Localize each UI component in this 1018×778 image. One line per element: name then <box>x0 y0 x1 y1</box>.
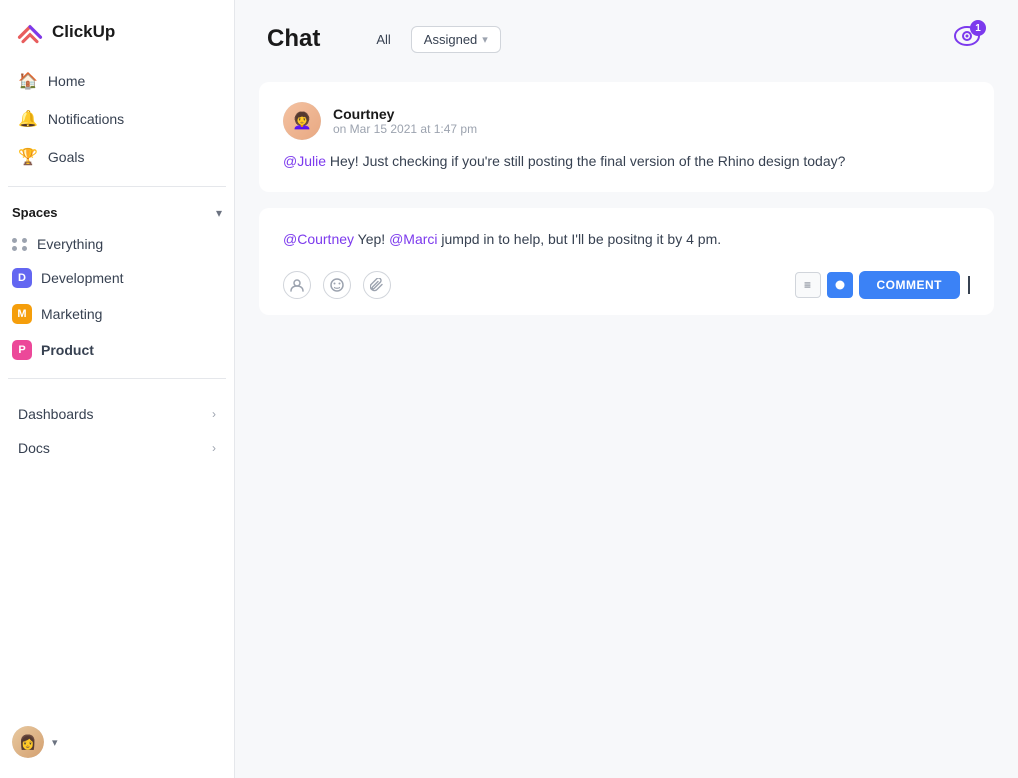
sidebar: ClickUp 🏠 Home 🔔 Notifications 🏆 Goals S… <box>0 0 235 778</box>
divider-1 <box>8 186 226 187</box>
sidebar-item-dashboards[interactable]: Dashboards › <box>8 397 226 431</box>
chat-header: Chat All Assigned ▾ 1 <box>235 0 1018 74</box>
spaces-label: Spaces <box>12 205 58 220</box>
filter-tabs: All Assigned ▾ <box>364 26 500 53</box>
spaces-header[interactable]: Spaces ▾ <box>0 197 234 228</box>
sidebar-item-product[interactable]: P Product <box>0 332 234 368</box>
sidebar-item-docs[interactable]: Docs › <box>8 431 226 465</box>
sidebar-navigation: 🏠 Home 🔔 Notifications 🏆 Goals <box>0 62 234 176</box>
logo[interactable]: ClickUp <box>0 0 234 62</box>
reply-text1: Yep! <box>354 231 389 247</box>
sidebar-item-everything-label: Everything <box>37 236 103 252</box>
filter-assigned-label: Assigned <box>424 32 477 47</box>
format-btn-1[interactable]: ≡ <box>795 272 821 298</box>
message-text-1: Hey! Just checking if you're still posti… <box>326 153 845 169</box>
sidebar-item-goals-label: Goals <box>48 149 85 165</box>
marketing-badge: M <box>12 304 32 324</box>
message-meta-1: Courtney on Mar 15 2021 at 1:47 pm <box>333 106 477 136</box>
mention-marci: @Marci <box>389 231 437 247</box>
spaces-chevron-icon: ▾ <box>216 206 222 220</box>
sidebar-footer[interactable]: 👩 ▾ <box>0 718 234 766</box>
sidebar-item-marketing-label: Marketing <box>41 306 102 322</box>
message-body-1: @Julie Hey! Just checking if you're stil… <box>283 150 970 172</box>
comment-button[interactable]: COMMENT <box>859 271 961 299</box>
sidebar-item-notifications[interactable]: 🔔 Notifications <box>8 100 226 138</box>
chat-messages: 👩‍🦱 Courtney on Mar 15 2021 at 1:47 pm @… <box>235 74 1018 778</box>
spaces-list: Everything D Development M Marketing P P… <box>0 228 234 368</box>
watch-button[interactable]: 1 <box>948 20 986 58</box>
message-avatar-1: 👩‍🦱 <box>283 102 321 140</box>
dashboards-label: Dashboards <box>18 406 94 422</box>
divider-2 <box>8 378 226 379</box>
format-btn-2[interactable] <box>827 272 853 298</box>
cursor-indicator <box>968 276 970 294</box>
reply-actions: ≡ COMMENT <box>283 271 970 299</box>
everything-grid-icon <box>12 238 28 251</box>
reply-right-group: ≡ COMMENT <box>795 271 971 299</box>
dashboards-chevron-icon: › <box>212 407 216 421</box>
user-icon-button[interactable] <box>283 271 311 299</box>
dropdown-chevron-icon: ▾ <box>482 33 488 46</box>
docs-label: Docs <box>18 440 50 456</box>
main-content: Chat All Assigned ▾ 1 👩‍� <box>235 0 1018 778</box>
mention-julie: @Julie <box>283 153 326 169</box>
chat-title: Chat <box>267 25 320 53</box>
emoji-icon-button[interactable] <box>323 271 351 299</box>
goals-icon: 🏆 <box>18 147 38 167</box>
docs-chevron-icon: › <box>212 441 216 455</box>
message-author-1: Courtney <box>333 106 477 122</box>
reply-icon-group <box>283 271 391 299</box>
product-badge: P <box>12 340 32 360</box>
reply-text2: jumpd in to help, but I'll be positng it… <box>438 231 722 247</box>
user-caret-icon: ▾ <box>52 736 58 749</box>
user-avatar: 👩 <box>12 726 44 758</box>
sidebar-item-notifications-label: Notifications <box>48 111 124 127</box>
sidebar-item-development-label: Development <box>41 270 124 286</box>
message-header-1: 👩‍🦱 Courtney on Mar 15 2021 at 1:47 pm <box>283 102 970 140</box>
message-block-1: 👩‍🦱 Courtney on Mar 15 2021 at 1:47 pm @… <box>259 82 994 192</box>
sidebar-item-product-label: Product <box>41 342 94 358</box>
sidebar-sections: Dashboards › Docs › <box>0 397 234 465</box>
logo-text: ClickUp <box>52 22 115 42</box>
clickup-logo-icon <box>16 18 44 46</box>
filter-all-tab[interactable]: All <box>364 27 402 52</box>
home-icon: 🏠 <box>18 71 38 91</box>
filter-assigned-dropdown[interactable]: Assigned ▾ <box>411 26 501 53</box>
message-time-1: on Mar 15 2021 at 1:47 pm <box>333 122 477 136</box>
sidebar-item-goals[interactable]: 🏆 Goals <box>8 138 226 176</box>
development-badge: D <box>12 268 32 288</box>
watch-count-badge: 1 <box>970 20 986 36</box>
reply-block: @Courtney Yep! @Marci jumpd in to help, … <box>259 208 994 314</box>
reply-text: @Courtney Yep! @Marci jumpd in to help, … <box>283 228 970 250</box>
sidebar-item-home[interactable]: 🏠 Home <box>8 62 226 100</box>
bell-icon: 🔔 <box>18 109 38 129</box>
sidebar-item-marketing[interactable]: M Marketing <box>0 296 234 332</box>
sidebar-item-development[interactable]: D Development <box>0 260 234 296</box>
mention-courtney: @Courtney <box>283 231 354 247</box>
sidebar-item-home-label: Home <box>48 73 85 89</box>
attachment-icon-button[interactable] <box>363 271 391 299</box>
sidebar-item-everything[interactable]: Everything <box>0 228 234 260</box>
